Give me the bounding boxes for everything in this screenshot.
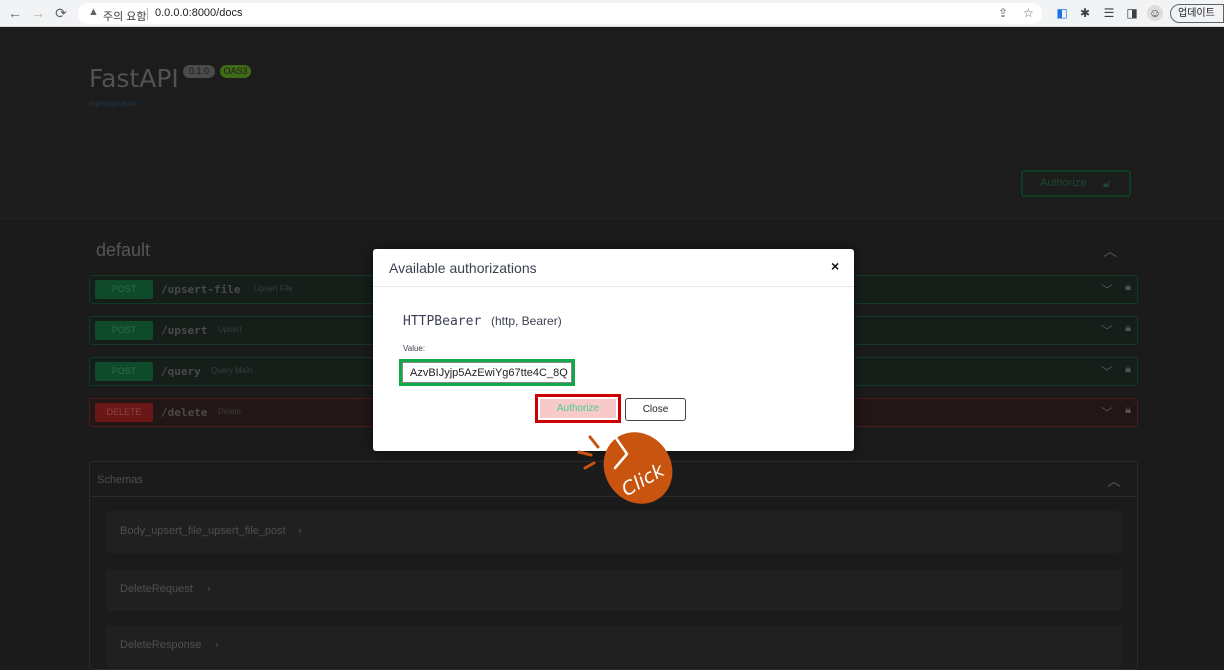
schema-item[interactable]: DeleteRequest › xyxy=(106,569,1122,611)
address-separator xyxy=(147,8,148,20)
authorize-top-button[interactable]: Authorize 🔓︎ xyxy=(1021,170,1131,197)
operation-summary: Upsert File xyxy=(254,284,293,293)
authorize-top-label: Authorize xyxy=(1040,177,1087,189)
chevron-up-icon[interactable]: ︿ xyxy=(1107,471,1121,491)
lock-icon: 🔓︎ xyxy=(1103,176,1111,190)
lock-icon[interactable]: 🔒︎ xyxy=(1125,404,1131,417)
chevron-down-icon[interactable]: ﹀ xyxy=(1101,281,1113,298)
reading-list-icon[interactable]: ☰ xyxy=(1101,5,1117,21)
warning-triangle-icon: ▲ xyxy=(88,6,99,18)
chevron-up-icon[interactable]: ︿ xyxy=(1103,241,1117,261)
address-bar[interactable]: ▲ 주의 요함 0.0.0.0:8000/docs ⇪ ☆ xyxy=(78,3,1042,24)
side-panel-icon[interactable]: ◨ xyxy=(1124,5,1140,21)
security-warning-label: 주의 요함 xyxy=(103,11,147,23)
operation-path: /query xyxy=(161,365,201,378)
schema-item[interactable]: Body_upsert_file_upsert_file_post › xyxy=(106,511,1122,553)
forward-arrow-icon[interactable]: → xyxy=(29,4,47,22)
operation-summary: Query Main xyxy=(211,366,253,375)
oas-badge: OAS3 xyxy=(220,65,251,78)
chevron-down-icon[interactable]: ﹀ xyxy=(1101,404,1113,421)
scheme-type: (http, Bearer) xyxy=(491,314,562,328)
authorize-button[interactable]: Authorize xyxy=(540,399,616,418)
operation-path: /upsert xyxy=(161,324,208,337)
lock-icon[interactable]: 🔒︎ xyxy=(1125,363,1131,376)
api-title: FastAPI xyxy=(89,64,179,93)
schema-name: DeleteRequest xyxy=(120,583,193,595)
schemas-title[interactable]: Schemas xyxy=(97,474,143,486)
operation-summary: Upsert xyxy=(218,325,242,334)
click-badge xyxy=(603,432,673,504)
url-text[interactable]: 0.0.0.0:8000/docs xyxy=(155,7,242,19)
method-badge: POST xyxy=(95,321,153,340)
update-button[interactable]: 업데이트 xyxy=(1170,4,1224,23)
schema-name: DeleteResponse xyxy=(120,639,202,651)
chevron-right-icon: › xyxy=(298,525,302,537)
authorization-modal: Available authorizations × HTTPBearer (h… xyxy=(373,249,854,451)
back-arrow-icon[interactable]: ← xyxy=(6,4,24,22)
operation-path: /upsert-file xyxy=(161,283,241,296)
value-label: Value: xyxy=(403,344,426,353)
profile-avatar-icon[interactable]: ☺ xyxy=(1147,5,1163,21)
schema-name: Body_upsert_file_upsert_file_post xyxy=(120,525,286,537)
operation-summary: Delete xyxy=(218,407,242,416)
click-burst-icon xyxy=(577,435,600,470)
chevron-down-icon[interactable]: ﹀ xyxy=(1101,363,1113,380)
close-icon[interactable]: × xyxy=(831,258,839,274)
bookmark-star-icon[interactable]: ☆ xyxy=(1023,6,1034,20)
modal-header: Available authorizations × xyxy=(373,249,854,287)
translate-extension-icon[interactable]: ◧ xyxy=(1054,5,1070,21)
method-badge: DELETE xyxy=(95,403,153,422)
method-badge: POST xyxy=(95,362,153,381)
chevron-right-icon: › xyxy=(215,639,219,651)
token-highlight xyxy=(399,359,575,386)
click-annotation: Click xyxy=(577,432,673,504)
reload-icon[interactable]: ⟳ xyxy=(52,4,70,22)
puzzle-extension-icon[interactable]: ✱ xyxy=(1077,5,1093,21)
chevron-right-icon: › xyxy=(207,583,211,595)
openapi-json-link[interactable]: /openapi.json xyxy=(89,99,137,108)
schema-item[interactable]: DeleteResponse › xyxy=(106,625,1122,667)
operation-path: /delete xyxy=(161,406,208,419)
close-button[interactable]: Close xyxy=(625,398,686,421)
lock-icon[interactable]: 🔒︎ xyxy=(1125,281,1131,294)
token-input[interactable] xyxy=(402,362,572,383)
modal-title: Available authorizations xyxy=(389,260,537,276)
scheme-name: HTTPBearer xyxy=(403,314,482,329)
authorize-highlight: Authorize xyxy=(535,394,621,423)
method-badge: POST xyxy=(95,280,153,299)
browser-toolbar: ← → ⟳ ▲ 주의 요함 0.0.0.0:8000/docs ⇪ ☆ ◧ ✱ … xyxy=(0,0,1224,27)
section-title[interactable]: default xyxy=(96,240,150,261)
info-header: FastAPI 0.1.0 OAS3 /openapi.json Authori… xyxy=(0,27,1224,219)
chevron-down-icon[interactable]: ﹀ xyxy=(1101,322,1113,339)
share-icon[interactable]: ⇪ xyxy=(998,6,1008,20)
lock-icon[interactable]: 🔒︎ xyxy=(1125,322,1131,335)
version-badge: 0.1.0 xyxy=(183,65,215,78)
